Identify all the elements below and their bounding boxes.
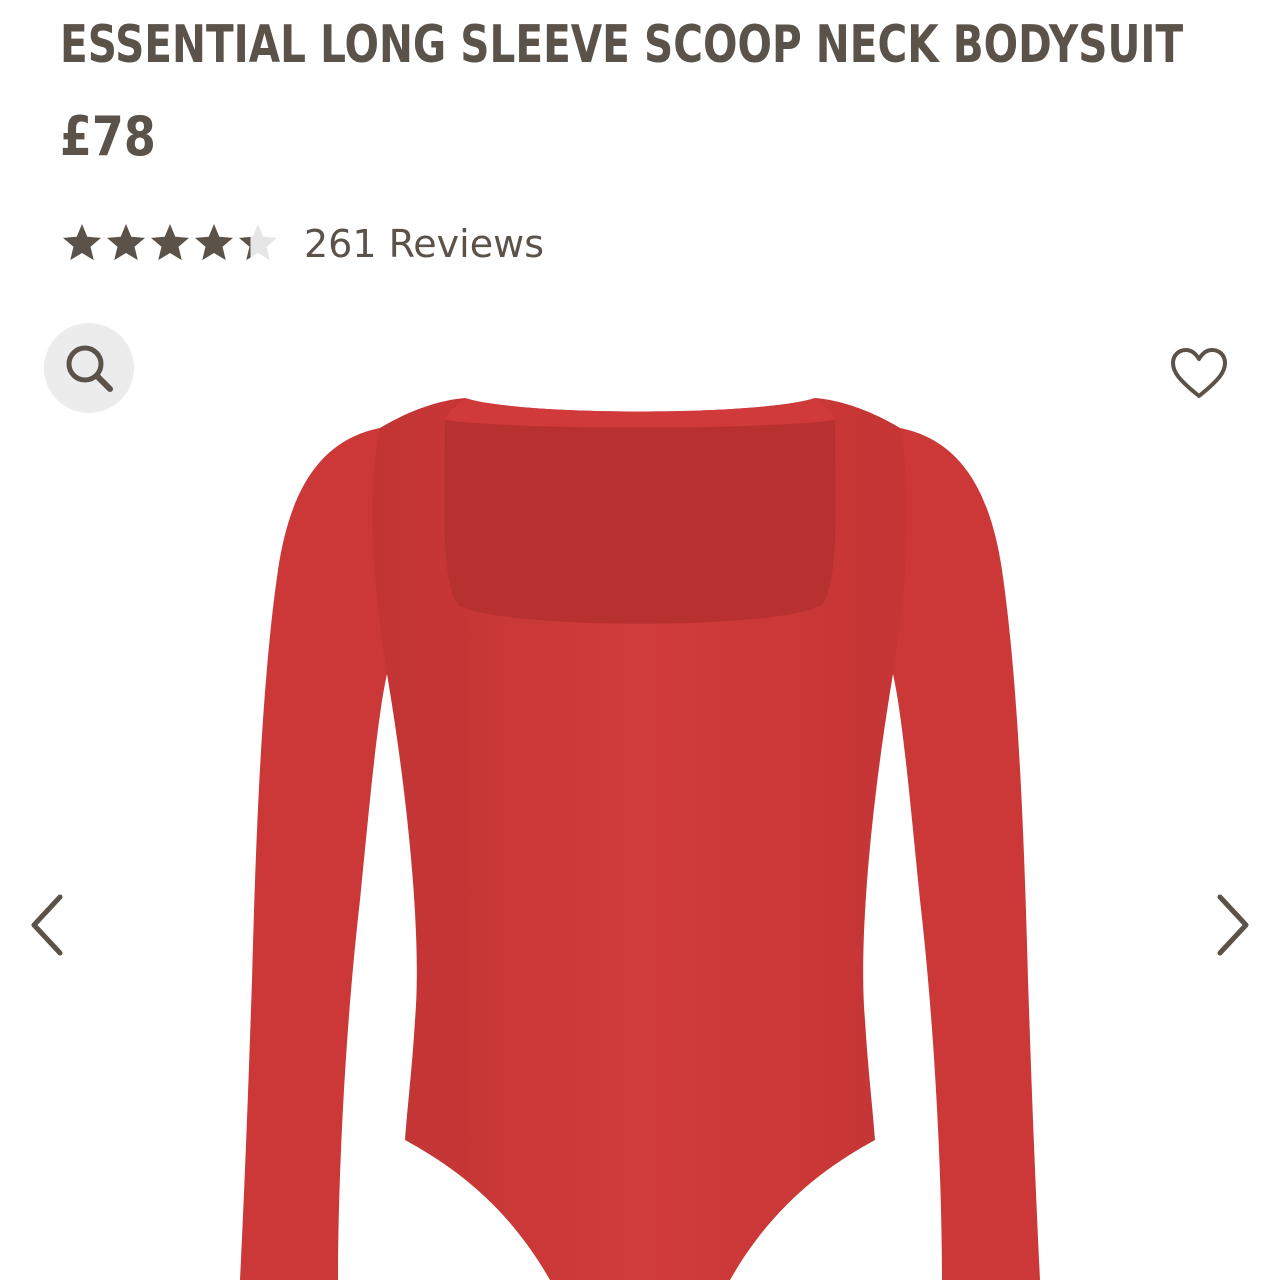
star-icon <box>150 224 190 261</box>
rating-row: 261 Reviews <box>60 218 544 270</box>
star-icon <box>194 224 234 261</box>
star-icon <box>238 224 278 261</box>
previous-image-button[interactable] <box>18 890 78 960</box>
next-image-button[interactable] <box>1202 890 1262 960</box>
product-image[interactable] <box>0 380 1280 1280</box>
product-title: ESSENTIAL LONG SLEEVE SCOOP NECK BODYSUI… <box>60 15 1184 75</box>
reviews-link[interactable]: 261 Reviews <box>304 222 544 266</box>
product-price: £78 <box>60 105 156 168</box>
chevron-left-icon <box>31 894 63 956</box>
stars-graphic <box>62 224 278 261</box>
star-rating[interactable] <box>60 222 280 266</box>
star-icon <box>62 224 102 261</box>
bodysuit-image <box>240 398 1040 1280</box>
star-icon <box>106 224 146 261</box>
chevron-right-icon <box>1217 894 1249 956</box>
